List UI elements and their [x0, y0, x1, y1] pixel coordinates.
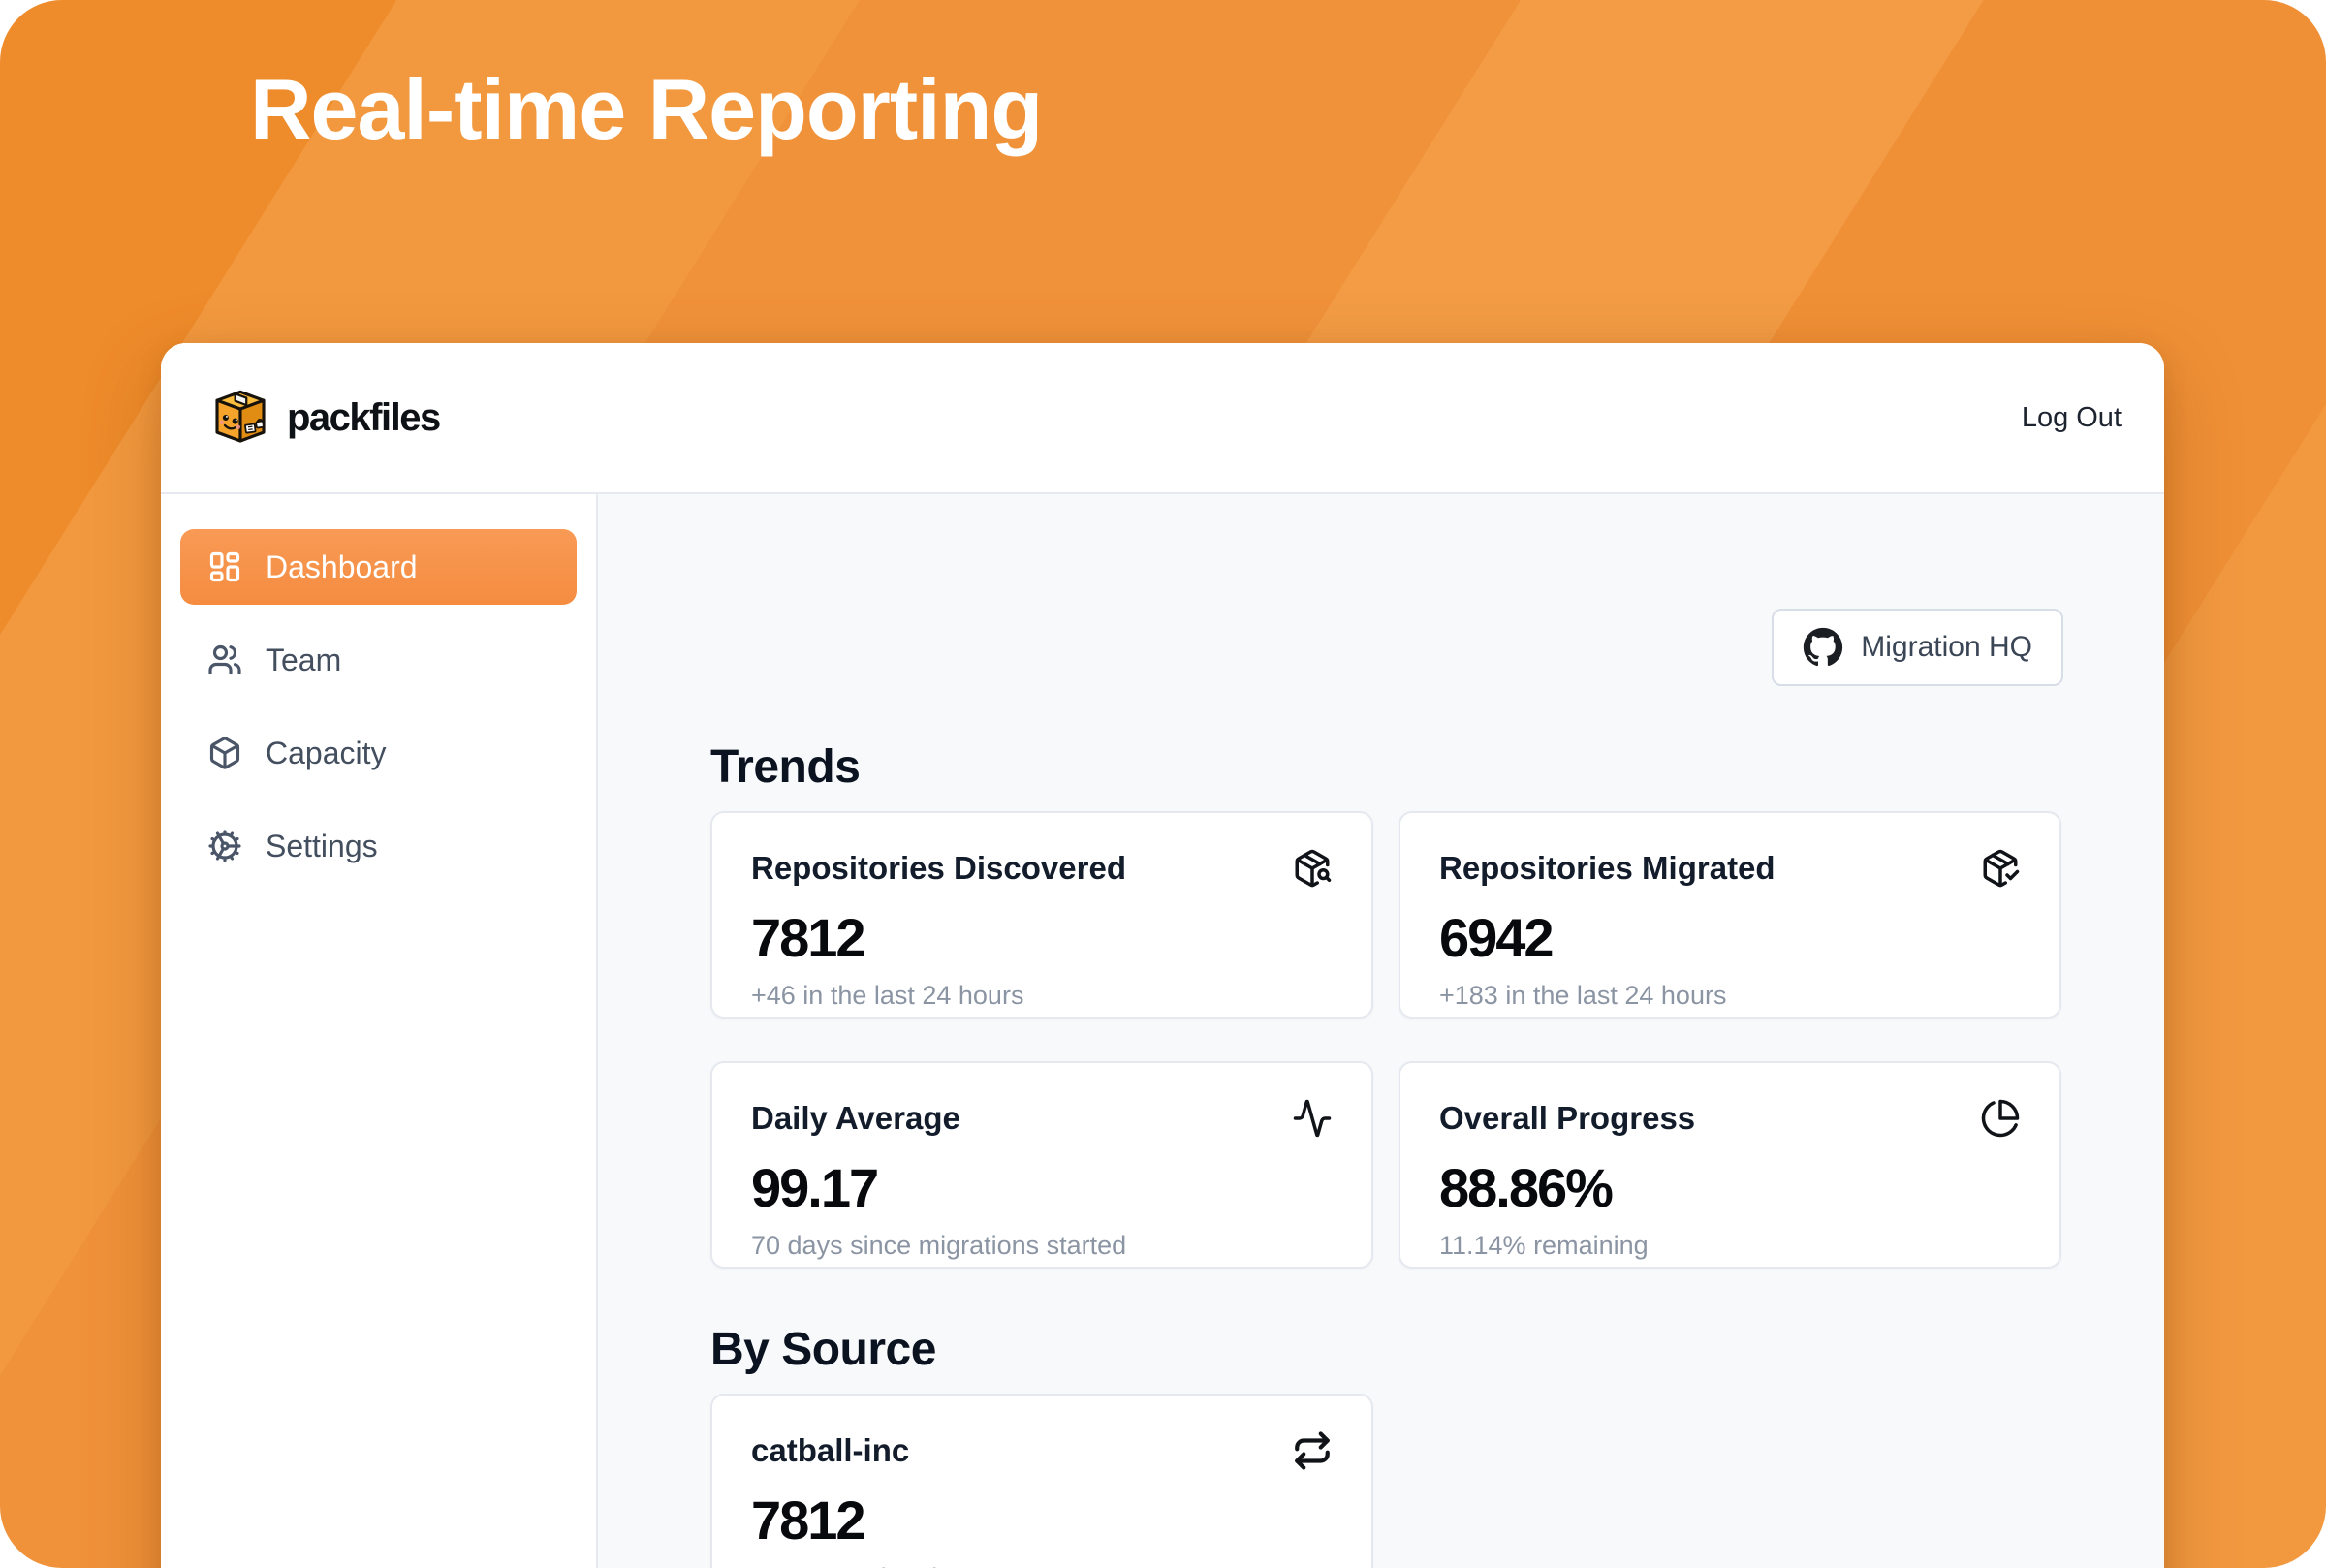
- cog-icon: [207, 829, 242, 863]
- card-label: Repositories Discovered: [751, 846, 1126, 891]
- card-value: 6942: [1439, 910, 2021, 966]
- by-source-card-grid: catball-inc 7812 6942 completed: [710, 1394, 2063, 1568]
- card-subtext: 11.14% remaining: [1439, 1230, 2021, 1261]
- card-label: Overall Progress: [1439, 1096, 1695, 1141]
- users-icon: [207, 643, 242, 677]
- stat-card-repositories-migrated: Repositories Migrated 6942 +183 in the l…: [1399, 811, 2061, 1019]
- migration-hq-button[interactable]: Migration HQ: [1772, 609, 2063, 686]
- main-content: Migration HQ Trends Repositories Discove…: [598, 494, 2164, 1568]
- sidebar: Dashboard Team: [161, 494, 598, 1568]
- card-value: 88.86%: [1439, 1160, 2021, 1216]
- stat-card-overall-progress: Overall Progress 88.86% 11.14% remaining: [1399, 1061, 2061, 1269]
- source-card-catball-inc: catball-inc 7812 6942 completed: [710, 1394, 1373, 1568]
- card-subtext: +183 in the last 24 hours: [1439, 980, 2021, 1011]
- sidebar-item-team[interactable]: Team: [180, 622, 577, 698]
- card-subtext: 70 days since migrations started: [751, 1230, 1333, 1261]
- card-label: catball-inc: [751, 1428, 909, 1473]
- package-search-icon: [1292, 848, 1333, 889]
- sidebar-item-label: Capacity: [266, 736, 387, 771]
- packfiles-box-logo-icon: [209, 387, 271, 449]
- sidebar-item-capacity[interactable]: Capacity: [180, 715, 577, 791]
- window-body: Dashboard Team: [161, 494, 2164, 1568]
- poster-background: Real-time Reporting: [0, 0, 2326, 1568]
- card-label: Repositories Migrated: [1439, 846, 1776, 891]
- poster-title: Real-time Reporting: [250, 60, 1042, 159]
- repo-sync-icon: [1292, 1430, 1333, 1471]
- sidebar-item-label: Dashboard: [266, 549, 418, 585]
- trends-card-grid: Repositories Discovered 7812 +46 in the …: [710, 811, 2063, 1269]
- pie-chart-icon: [1980, 1098, 2021, 1139]
- card-label: Daily Average: [751, 1096, 960, 1141]
- section-title-trends: Trends: [710, 740, 2063, 794]
- sidebar-item-settings[interactable]: Settings: [180, 808, 577, 884]
- card-value: 7812: [751, 1492, 1333, 1549]
- github-icon: [1803, 627, 1843, 668]
- brand: packfiles: [209, 387, 440, 449]
- migration-hq-label: Migration HQ: [1861, 631, 2032, 664]
- card-subtext: 6942 completed: [751, 1562, 1333, 1568]
- sidebar-item-dashboard[interactable]: Dashboard: [180, 529, 577, 605]
- section-title-by-source: By Source: [710, 1323, 2063, 1376]
- card-value: 7812: [751, 910, 1333, 966]
- package-check-icon: [1980, 848, 2021, 889]
- brand-name: packfiles: [287, 396, 440, 440]
- card-value: 99.17: [751, 1160, 1333, 1216]
- sidebar-item-label: Settings: [266, 829, 378, 864]
- app-window: packfiles Log Out Dashboard: [161, 343, 2164, 1568]
- stat-card-repositories-discovered: Repositories Discovered 7812 +46 in the …: [710, 811, 1373, 1019]
- logout-button[interactable]: Log Out: [2022, 402, 2122, 434]
- sidebar-item-label: Team: [266, 643, 341, 678]
- app-header: packfiles Log Out: [161, 343, 2164, 494]
- activity-icon: [1292, 1098, 1333, 1139]
- package-icon: [207, 736, 242, 770]
- toolbar-row: Migration HQ: [710, 609, 2063, 686]
- card-subtext: +46 in the last 24 hours: [751, 980, 1333, 1011]
- stat-card-daily-average: Daily Average 99.17 70 days since migrat…: [710, 1061, 1373, 1269]
- layout-dashboard-icon: [207, 549, 242, 584]
